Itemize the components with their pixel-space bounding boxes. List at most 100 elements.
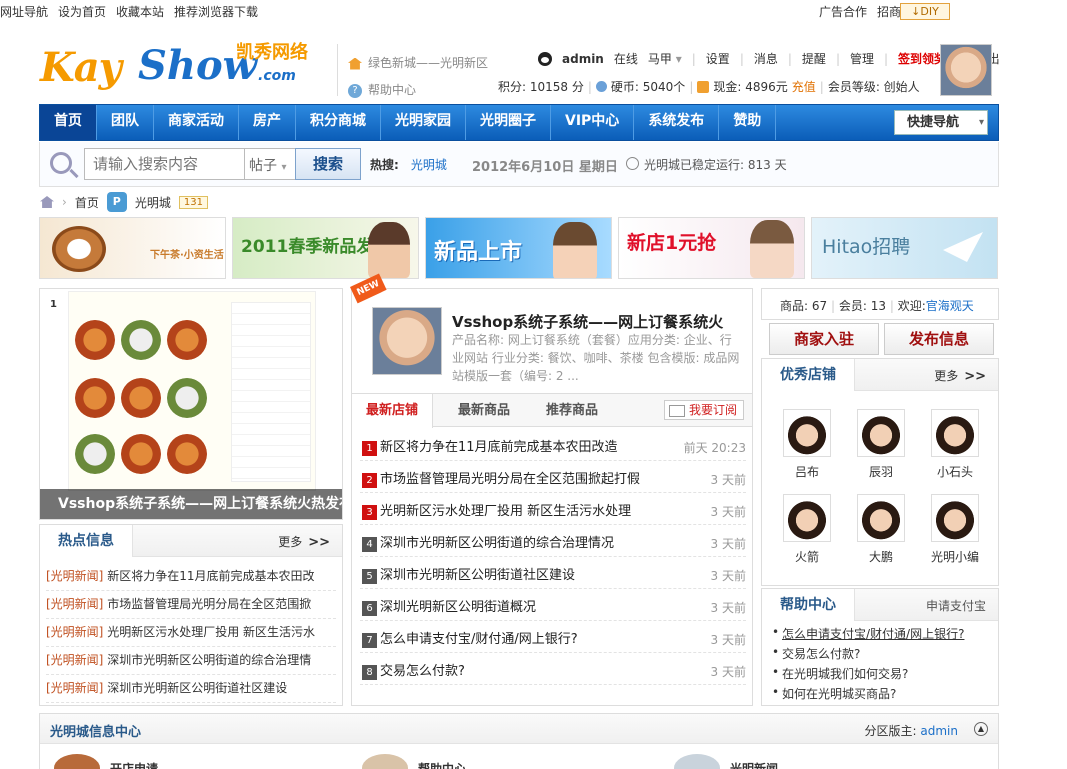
list-item[interactable]: 怎么申请支付宝/财付通/网上银行? [772, 625, 998, 645]
nav-item-merchant[interactable]: 商家活动 [154, 105, 239, 140]
list-item[interactable]: [光明新闻] 深圳市光明新区公明街道社区建设 [46, 675, 336, 703]
banner-new-store[interactable]: 新店1元抢 [618, 217, 805, 279]
top-bar: 网址导航 设为首页 收藏本站 推荐浏览器下载 广告合作 招商加盟 ↓DIY [0, 0, 1067, 22]
diy-button[interactable]: ↓DIY [900, 3, 950, 20]
shop-card[interactable]: 辰羽 [848, 409, 914, 480]
nav-item-circle[interactable]: 光明圈子 [466, 105, 551, 140]
shop-card[interactable]: 光明小编 [922, 494, 988, 565]
featured-title[interactable]: Vsshop系统子系统——网上订餐系统火 [452, 311, 723, 332]
nav-item-realestate[interactable]: 房产 [239, 105, 296, 140]
shop-card[interactable]: 大鹏 [848, 494, 914, 565]
list-item[interactable]: [光明新闻] 市场监督管理局光明分局在全区范围掀 [46, 591, 336, 619]
slide-number[interactable]: 1 [50, 299, 57, 310]
divider: | [739, 51, 744, 66]
manage-link[interactable]: 管理 [850, 50, 874, 67]
shop-card[interactable]: 火箭 [774, 494, 840, 565]
info-item-help[interactable]: 帮助中心 [362, 754, 466, 769]
list-item[interactable]: 如何在光明城买商品? [772, 685, 998, 705]
list-item[interactable]: 在光明城我们如何交易? [772, 665, 998, 685]
top-link-homepage[interactable]: 设为首页 [58, 3, 106, 20]
home-icon[interactable] [40, 196, 54, 208]
tab-latest-goods[interactable]: 最新商品 [444, 394, 524, 427]
top-link-browser[interactable]: 推荐浏览器下载 [174, 3, 258, 20]
settings-link[interactable]: 设置 [706, 50, 730, 67]
featured-slideshow[interactable]: 1 Vsshop系统子系统——网上订餐系统火热发布 [39, 288, 343, 520]
divider: | [835, 51, 840, 66]
subscribe-button[interactable]: 我要订阅 [664, 400, 744, 420]
list-item[interactable]: 4 深圳市光明新区公明街道的综合治理情况 3 天前 [360, 525, 746, 557]
banner-hitao-jobs[interactable]: Hitao招聘 [811, 217, 998, 279]
nav-item-sponsor[interactable]: 赞助 [719, 105, 777, 140]
tab-recommended[interactable]: 推荐商品 [532, 394, 612, 427]
nav-item-team[interactable]: 团队 [97, 105, 154, 140]
shop-avatar [783, 494, 831, 542]
nav-item-home[interactable]: 首页 [40, 105, 97, 140]
help-panel: 帮助中心 申请支付宝 怎么申请支付宝/财付通/网上银行? 交易怎么付款? 在光明… [761, 588, 999, 706]
messages-link[interactable]: 消息 [754, 50, 778, 67]
shop-avatar [931, 494, 979, 542]
banner-new-products[interactable]: 新品上市 [425, 217, 612, 279]
slide-caption[interactable]: Vsshop系统子系统——网上订餐系统火热发布 [40, 489, 342, 519]
list-item[interactable]: 1 新区将力争在11月底前完成基本农田改造 前天 20:23 [360, 429, 746, 461]
list-item[interactable]: [光明新闻] 光明新区污水处理厂投用 新区生活污水 [46, 619, 336, 647]
dish-image [75, 434, 115, 474]
nav-item-vip[interactable]: VIP中心 [551, 105, 635, 140]
list-item[interactable]: [光明新闻] 深圳市光明新区公明街道的综合治理情 [46, 647, 336, 675]
user-stats: 积分: 10158 分 | 硬币: 5040个 | 现金: 4896元 充值 |… [498, 78, 920, 95]
shop-card[interactable]: 小石头 [922, 409, 988, 480]
shop-card[interactable]: 吕布 [774, 409, 840, 480]
merchant-join-button[interactable]: 商家入驻 [769, 323, 879, 355]
member-level: 会员等级: 创始人 [827, 80, 920, 94]
breadcrumb-forum[interactable]: 光明城 [135, 194, 171, 211]
recharge-link[interactable]: 充值 [792, 78, 816, 95]
banner-tea[interactable]: 下午茶·小资生活 [39, 217, 226, 279]
hot-search-term[interactable]: 光明城 [411, 158, 447, 172]
horse-dropdown[interactable]: 马甲 ▾ [648, 50, 682, 67]
username[interactable]: admin [562, 52, 604, 66]
site-logo[interactable]: Kay Show 凯秀网络 .com [40, 34, 320, 98]
search-scope-select[interactable]: 帖子 ▾ [244, 148, 296, 180]
reminders-link[interactable]: 提醒 [802, 50, 826, 67]
list-item[interactable]: [光明新闻] 新区将力争在11月底前完成基本农田改 [46, 563, 336, 591]
welcome-user[interactable]: 官海观天 [926, 299, 974, 313]
nav-item-home-garden[interactable]: 光明家园 [381, 105, 466, 140]
list-item[interactable]: 交易怎么付款? [772, 645, 998, 665]
hot-info-more[interactable]: 更多 >> [278, 533, 330, 550]
info-item-open-store[interactable]: 开店申请 [54, 754, 158, 769]
list-item[interactable]: 2 市场监督管理局光明分局在全区范围掀起打假 3 天前 [360, 461, 746, 493]
top-link-nav[interactable]: 网址导航 [0, 3, 48, 20]
item-thumbnail [54, 754, 100, 769]
publish-info-button[interactable]: 发布信息 [884, 323, 994, 355]
featured-thumbnail[interactable] [372, 307, 442, 375]
help-link[interactable]: ? 帮助中心 [348, 77, 488, 104]
list-item[interactable]: 5 深圳市光明新区公明街道社区建设 3 天前 [360, 557, 746, 589]
hot-info-panel: 热点信息 更多 >> [光明新闻] 新区将力争在11月底前完成基本农田改 [光明新… [39, 524, 343, 706]
list-item[interactable]: 3 光明新区污水处理厂投用 新区生活污水处理 3 天前 [360, 493, 746, 525]
collapse-icon[interactable]: ▲ [974, 722, 988, 736]
search-button[interactable]: 搜索 [295, 148, 361, 180]
quick-nav-dropdown[interactable]: 快捷导航 [894, 110, 988, 135]
dish-image [121, 378, 161, 418]
list-item[interactable]: 8 交易怎么付款? 3 天前 [360, 653, 746, 685]
nav-item-publish[interactable]: 系统发布 [634, 105, 720, 140]
help-alipay-link[interactable]: 申请支付宝 [926, 597, 986, 614]
paper-plane-icon [943, 232, 983, 262]
list-item[interactable]: 6 深圳光明新区公明街道概况 3 天前 [360, 589, 746, 621]
cash: 现金: 4896元 [713, 80, 788, 94]
nav-item-points-mall[interactable]: 积分商城 [296, 105, 381, 140]
breadcrumb-home[interactable]: 首页 [75, 194, 99, 211]
info-item-news[interactable]: 光明新闻 [674, 754, 778, 769]
item-thumbnail [362, 754, 408, 769]
user-avatar[interactable] [940, 44, 992, 96]
banner-spring-launch[interactable]: 2011春季新品发布会 [232, 217, 419, 279]
site-link[interactable]: 绿色新城——光明新区 [348, 50, 488, 77]
chevron-right-icon: › [62, 195, 67, 209]
top-link-favorite[interactable]: 收藏本站 [116, 3, 164, 20]
top-shops-more[interactable]: 更多 >> [934, 367, 986, 384]
tab-latest-shops[interactable]: 最新店铺 [352, 394, 434, 428]
chevron-down-icon: ▾ [675, 52, 682, 66]
list-item[interactable]: 7 怎么申请支付宝/财付通/网上银行? 3 天前 [360, 621, 746, 653]
chevron-down-icon: ▾ [281, 162, 287, 173]
moderator-link[interactable]: admin [920, 724, 958, 738]
top-link-ads[interactable]: 广告合作 [819, 3, 867, 20]
